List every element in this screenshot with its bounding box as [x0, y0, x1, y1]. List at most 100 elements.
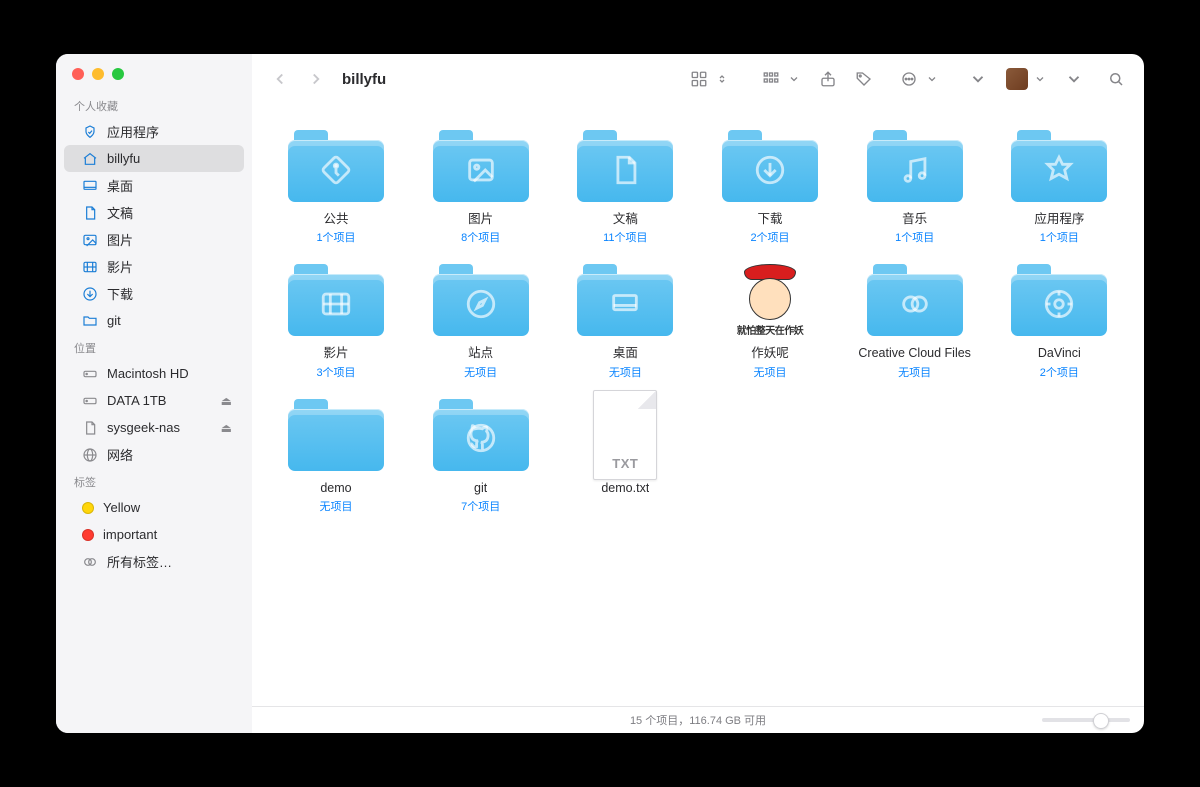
sidebar-item-DATA 1TB[interactable]: DATA 1TB ⏏	[64, 387, 244, 414]
grid-item[interactable]: TXTdemo.txt	[555, 392, 695, 514]
sidebar-item-important[interactable]: important	[64, 521, 244, 548]
item-meta: 1个项目	[316, 229, 355, 245]
folder-icon	[82, 313, 98, 329]
image-icon	[464, 153, 498, 190]
group-icon	[757, 65, 785, 93]
sidebar-section-title: 位置	[56, 334, 252, 360]
sidebar-item-文稿[interactable]: 文稿	[64, 199, 244, 226]
sidebar-item-label: 文稿	[107, 203, 232, 222]
folder-icon	[1011, 130, 1107, 202]
close-button[interactable]	[72, 68, 84, 80]
path-title: billyfu	[342, 71, 386, 88]
folder-icon	[867, 264, 963, 336]
eject-icon[interactable]: ⏏	[221, 421, 232, 435]
folder-icon	[288, 399, 384, 471]
folder-icon	[1011, 264, 1107, 336]
share-button[interactable]	[814, 65, 842, 93]
sidebar-item-billyfu[interactable]: billyfu	[64, 145, 244, 172]
item-meta: 7个项目	[461, 498, 500, 514]
sidebar-item-Yellow[interactable]: Yellow	[64, 494, 244, 521]
folder-icon	[433, 130, 529, 202]
davinci-icon	[1042, 287, 1076, 324]
avatar	[1006, 68, 1028, 90]
app-icon	[1042, 153, 1076, 190]
item-name: git	[474, 481, 487, 495]
fullscreen-button[interactable]	[112, 68, 124, 80]
sidebar-item-下载[interactable]: 下载	[64, 280, 244, 307]
minimize-button[interactable]	[92, 68, 104, 80]
item-name: 应用程序	[1034, 212, 1084, 226]
ccloud-icon	[898, 287, 932, 324]
sidebar-section-title: 个人收藏	[56, 92, 252, 118]
forward-button[interactable]	[302, 65, 330, 93]
sidebar-item-label: git	[107, 313, 232, 328]
item-meta: 无项目	[320, 498, 353, 514]
group-menu[interactable]	[754, 65, 800, 93]
sidebar-item-label: 影片	[107, 257, 232, 276]
sidebar-item-应用程序[interactable]: 应用程序	[64, 118, 244, 145]
grid-item[interactable]: git 7个项目	[411, 392, 551, 514]
item-name: 音乐	[902, 212, 927, 226]
overflow-chevron-2[interactable]	[1060, 65, 1088, 93]
grid-item[interactable]: 文稿11个项目	[555, 123, 695, 245]
back-button[interactable]	[266, 65, 294, 93]
grid-item[interactable]: 桌面无项目	[555, 257, 695, 379]
view-switcher[interactable]	[682, 65, 728, 93]
item-meta: 8个项目	[461, 229, 500, 245]
sidebar-item-sysgeek-nas[interactable]: sysgeek-nas⏏	[64, 414, 244, 441]
eject-icon[interactable]: ⏏	[221, 394, 232, 408]
zoom-slider[interactable]	[1042, 718, 1130, 722]
grid-item[interactable]: Creative Cloud Files无项目	[845, 257, 985, 379]
grid-item[interactable]: 公共 1个项目	[266, 123, 406, 245]
account-menu[interactable]	[1006, 68, 1046, 90]
item-name: 文稿	[613, 212, 638, 226]
compass-icon	[464, 287, 498, 324]
sidebar-item-git[interactable]: git	[64, 307, 244, 334]
folder-icon	[288, 264, 384, 336]
sidebar-item-label: 所有标签…	[107, 552, 232, 571]
grid-item[interactable]: demo无项目	[266, 392, 406, 514]
grid-item[interactable]: 下载2个项目	[700, 123, 840, 245]
sidebar-item-图片[interactable]: 图片	[64, 226, 244, 253]
github-icon	[464, 421, 498, 458]
home-icon	[82, 151, 98, 167]
grid-item[interactable]: DaVinci 2个项目	[989, 257, 1129, 379]
item-name: 站点	[468, 346, 493, 360]
doc-icon	[608, 153, 642, 190]
item-meta: 2个项目	[1040, 364, 1079, 380]
folder-icon	[577, 130, 673, 202]
view-mode-icon	[685, 65, 713, 93]
item-name: 公共	[323, 212, 348, 226]
item-meta: 无项目	[464, 364, 497, 380]
music-icon	[898, 153, 932, 190]
item-meta: 2个项目	[750, 229, 789, 245]
sidebar-item-桌面[interactable]: 桌面	[64, 172, 244, 199]
item-name: DaVinci	[1038, 346, 1081, 360]
grid-item[interactable]: 影片3个项目	[266, 257, 406, 379]
search-button[interactable]	[1102, 65, 1130, 93]
grid-item[interactable]: 音乐1个项目	[845, 123, 985, 245]
grid-item[interactable]: 站点无项目	[411, 257, 551, 379]
folder-icon	[722, 130, 818, 202]
file-icon: TXT	[593, 390, 657, 480]
status-text: 15 个项目，116.74 GB 可用	[630, 712, 766, 728]
sidebar-item-label: important	[103, 527, 232, 542]
item-meta: 无项目	[898, 364, 931, 380]
sidebar-item-Macintosh HD[interactable]: Macintosh HD	[64, 360, 244, 387]
folder-icon	[433, 399, 529, 471]
item-meta: 无项目	[754, 364, 787, 380]
folder-icon	[433, 264, 529, 336]
sidebar-item-网络[interactable]: 网络	[64, 441, 244, 468]
action-menu[interactable]	[892, 65, 938, 93]
overflow-chevron-1[interactable]	[964, 65, 992, 93]
sidebar: 个人收藏应用程序billyfu桌面文稿图片影片下载 git 位置Macintosh …	[56, 54, 252, 733]
sidebar-item-label: 图片	[107, 230, 232, 249]
grid-item[interactable]: 就怕整天在作妖作妖呢无项目	[700, 257, 840, 379]
sidebar-item-影片[interactable]: 影片	[64, 253, 244, 280]
sidebar-item-所有标签…[interactable]: 所有标签…	[64, 548, 244, 575]
grid-item[interactable]: 应用程序1个项目	[989, 123, 1129, 245]
item-name: 作妖呢	[751, 346, 789, 360]
tag-button[interactable]	[850, 65, 878, 93]
sidebar-item-label: DATA 1TB	[107, 393, 212, 408]
grid-item[interactable]: 图片8个项目	[411, 123, 551, 245]
